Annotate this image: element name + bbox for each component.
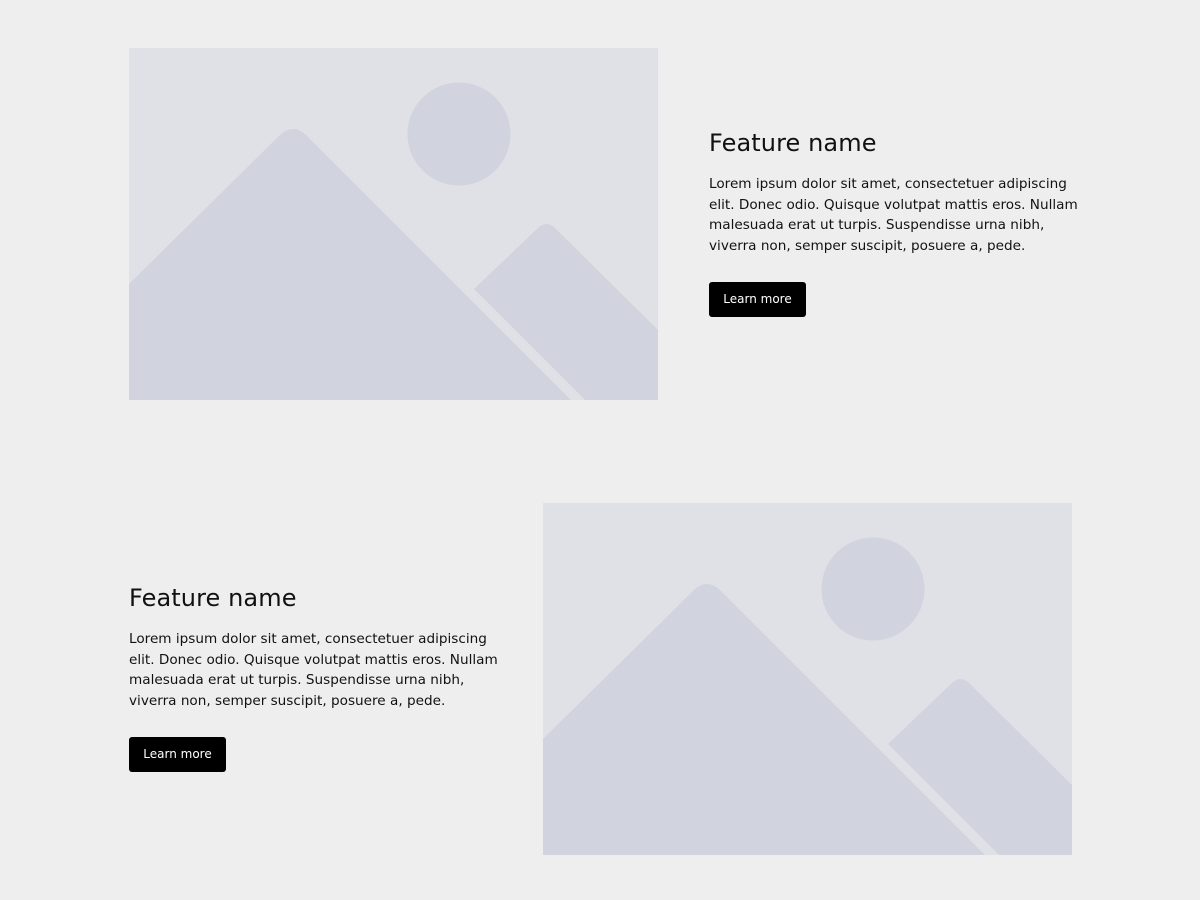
feature-description: Lorem ipsum dolor sit amet, consectetuer… (129, 631, 498, 709)
feature-section-2: Feature name Lorem ipsum dolor sit amet,… (129, 503, 1072, 855)
feature-title: Feature name (129, 584, 297, 612)
feature-description: Lorem ipsum dolor sit amet, consectetuer… (709, 176, 1078, 254)
feature-section-1: Feature name Lorem ipsum dolor sit amet,… (129, 48, 1078, 400)
feature-title: Feature name (709, 129, 877, 157)
feature-image-2 (543, 503, 1072, 855)
feature-image-1 (129, 48, 658, 400)
learn-more-button[interactable]: Learn more (709, 282, 806, 318)
feature-text-2: Feature name Lorem ipsum dolor sit amet,… (129, 583, 499, 773)
feature-text-1: Feature name Lorem ipsum dolor sit amet,… (709, 128, 1079, 318)
learn-more-button[interactable]: Learn more (129, 737, 226, 773)
image-placeholder-icon (129, 48, 658, 400)
image-placeholder-icon (543, 503, 1072, 855)
